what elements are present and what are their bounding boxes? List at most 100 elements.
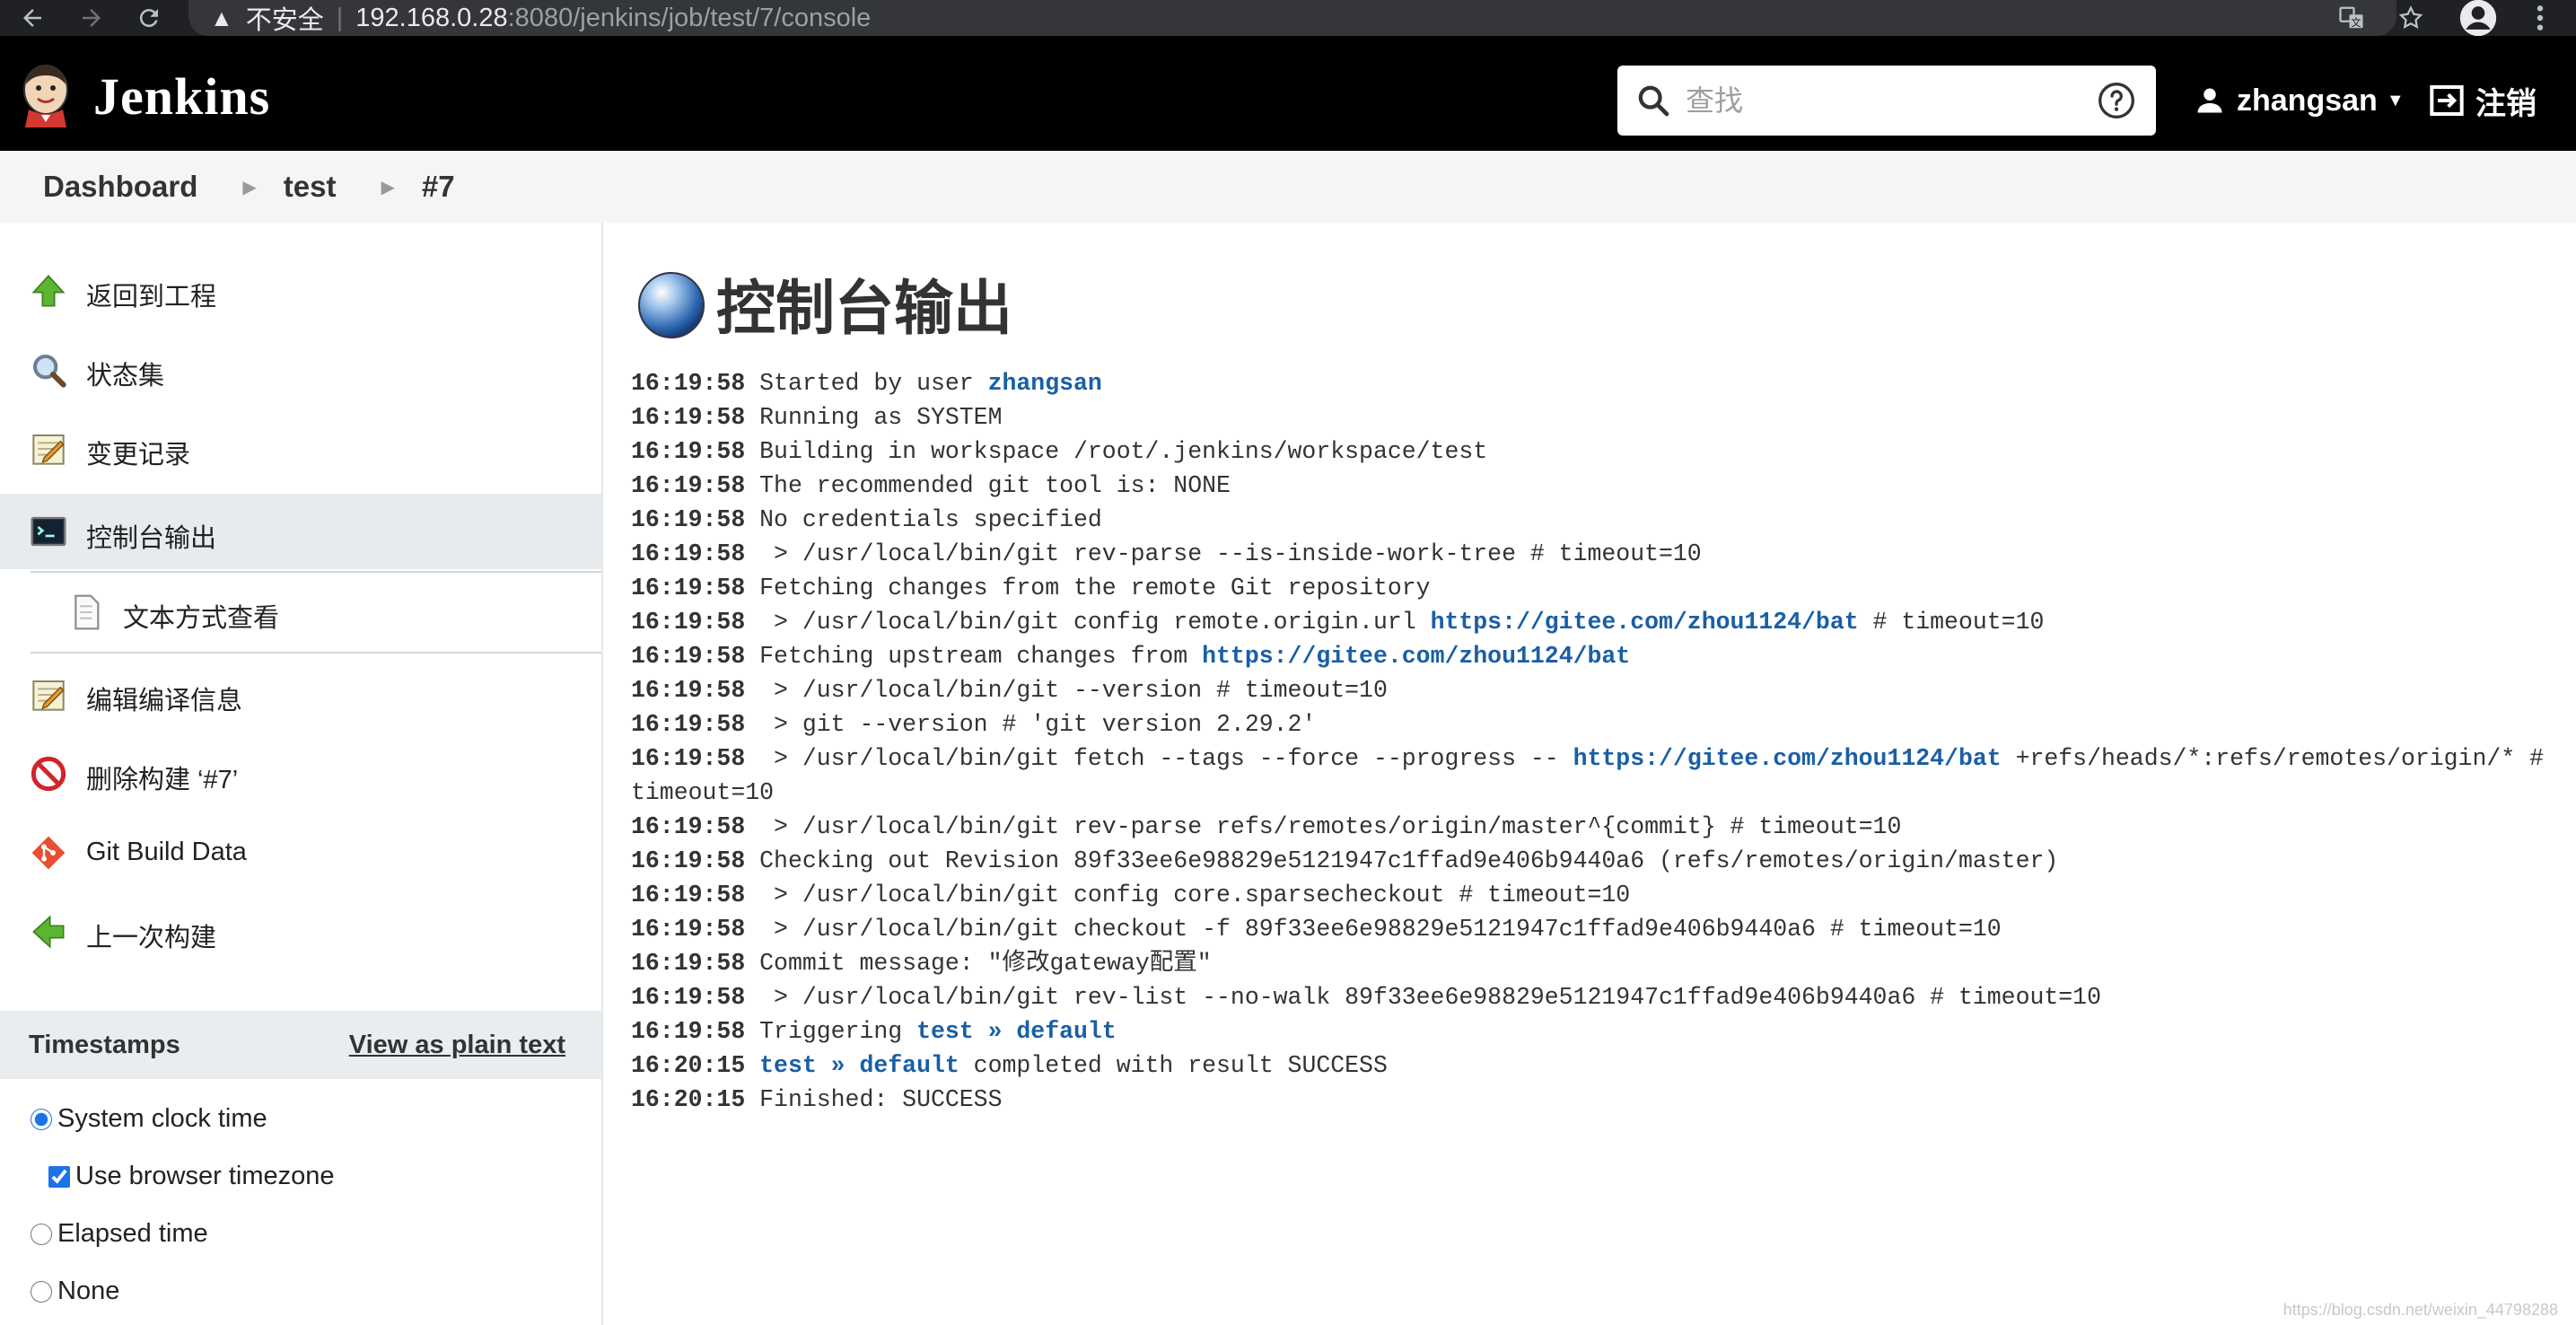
- console-timestamp: 16:19:58: [631, 1018, 746, 1045]
- console-link[interactable]: test » default: [916, 1018, 1117, 1045]
- timestamps-title: Timestamps: [29, 1031, 180, 1059]
- logout-label: 注销: [2475, 86, 2537, 121]
- system-clock-radio[interactable]: [31, 1108, 52, 1130]
- sidebar-item-label: 删除构建 ‘#7’: [86, 766, 239, 794]
- timestamps-header: Timestamps View as plain text: [0, 1011, 601, 1079]
- option-label: System clock time: [57, 1104, 267, 1133]
- divider: [31, 652, 601, 654]
- console-timestamp: 16:19:58: [631, 813, 746, 840]
- console-link[interactable]: test » default: [759, 1052, 959, 1079]
- elapsed-time-radio[interactable]: [31, 1223, 52, 1245]
- console-line: 16:19:58 The recommended git tool is: NO…: [631, 469, 2570, 503]
- up-arrow-icon: [31, 275, 66, 307]
- help-icon[interactable]: [2097, 81, 2136, 120]
- console-text: > /usr/local/bin/git config core.sparsec…: [745, 882, 1631, 908]
- console-timestamp: 16:20:15: [631, 1086, 746, 1113]
- breadcrumb-build[interactable]: #7: [422, 170, 455, 204]
- breadcrumb-dashboard[interactable]: Dashboard: [43, 170, 197, 204]
- profile-avatar-icon[interactable]: [2456, 0, 2501, 37]
- sidebar-item-label: 状态集: [86, 362, 165, 390]
- console-output: 16:19:58 Started by user zhangsan 16:19:5…: [631, 366, 2570, 1117]
- console-link[interactable]: https://gitee.com/zhou1124/bat: [1573, 745, 2002, 772]
- sidebar-item-delete-build[interactable]: 删除构建 ‘#7’: [0, 741, 601, 806]
- user-menu[interactable]: zhangsan ▼: [2194, 81, 2405, 120]
- option-none[interactable]: None: [31, 1277, 119, 1306]
- console-text: Building in workspace /root/.jenkins/wor…: [745, 438, 1488, 465]
- option-label: Elapsed time: [57, 1219, 208, 1248]
- divider: [31, 571, 601, 573]
- console-line: 16:19:58 Commit message: "修改gateway配置": [631, 946, 2570, 980]
- console-line: 16:19:58 > git --version # 'git version …: [631, 707, 2570, 741]
- console-timestamp: 16:19:58: [631, 609, 746, 636]
- console-link[interactable]: https://gitee.com/zhou1124/bat: [1202, 643, 1630, 670]
- console-line: 16:19:58 No credentials specified: [631, 503, 2570, 537]
- console-timestamp: 16:19:58: [631, 370, 746, 397]
- sidebar-item-edit-build-info[interactable]: 编辑编译信息: [0, 662, 601, 727]
- console-line: 16:19:58 > /usr/local/bin/git config rem…: [631, 605, 2570, 639]
- jenkins-logo-icon[interactable]: [20, 63, 72, 127]
- console-timestamp: 16:19:58: [631, 711, 746, 738]
- sidebar-item-previous-build[interactable]: 上一次构建: [0, 899, 601, 964]
- option-elapsed-time[interactable]: Elapsed time: [31, 1219, 208, 1249]
- warning-icon: ▲: [210, 4, 233, 31]
- blue-ball-status-icon: [638, 272, 705, 338]
- sidebar-item-view-as-text[interactable]: 文本方式查看: [0, 580, 601, 645]
- console-text: > /usr/local/bin/git rev-parse refs/remo…: [745, 813, 1902, 840]
- notepad-icon: [32, 434, 65, 465]
- search-input[interactable]: [1684, 83, 2082, 118]
- logout-icon: [2430, 85, 2464, 116]
- breadcrumb: Dashboard ▶ test ▶ #7: [0, 151, 2576, 223]
- option-use-browser-timezone[interactable]: Use browser timezone: [48, 1162, 335, 1191]
- address-bar[interactable]: ▲ 不安全 | 192.168.0.28:8080/jenkins/job/te…: [188, 0, 2396, 36]
- console-text: Started by user: [745, 370, 988, 397]
- none-radio[interactable]: [31, 1280, 52, 1303]
- sidebar-item-label: 文本方式查看: [123, 604, 280, 633]
- console-line: 16:19:58 > /usr/local/bin/git config cor…: [631, 878, 2570, 912]
- browser-menu-icon[interactable]: [2522, 0, 2558, 36]
- page-title: 控制台输出: [716, 275, 1012, 341]
- console-line: 16:19:58 Running as SYSTEM: [631, 400, 2570, 434]
- logout-button[interactable]: 注销: [2427, 81, 2537, 121]
- sidebar-item-changes[interactable]: 变更记录: [0, 417, 601, 481]
- view-as-plain-text-link[interactable]: View as plain text: [349, 1031, 565, 1060]
- left-arrow-icon: [32, 915, 65, 949]
- console-timestamp: 16:19:58: [631, 916, 746, 943]
- console-text: # timeout=10: [1858, 609, 2045, 636]
- jenkins-header: Jenkins zhangsan ▼ 注销: [0, 36, 2576, 151]
- console-text: > /usr/local/bin/git fetch --tags --forc…: [745, 745, 1573, 772]
- jenkins-brand[interactable]: Jenkins: [93, 66, 270, 127]
- console-timestamp: 16:19:58: [631, 677, 746, 704]
- console-line: 16:19:58 Checking out Revision 89f33ee6e…: [631, 844, 2570, 878]
- console-text: Finished: SUCCESS: [745, 1086, 1003, 1113]
- console-line: 16:20:15 Finished: SUCCESS: [631, 1083, 2570, 1117]
- forward-icon[interactable]: [68, 0, 115, 36]
- console-timestamp: 16:19:58: [631, 404, 746, 431]
- console-link[interactable]: https://gitee.com/zhou1124/bat: [1431, 609, 1859, 636]
- sidebar-item-git-build-data[interactable]: Git Build Data: [0, 820, 601, 885]
- bookmark-star-icon[interactable]: [2391, 0, 2431, 36]
- git-icon: [31, 836, 66, 870]
- sidebar-item-console-output[interactable]: 控制台输出: [0, 494, 601, 569]
- url-path: :8080/jenkins/job/test/7/console: [507, 3, 872, 32]
- console-link[interactable]: zhangsan: [988, 370, 1102, 397]
- sidebar-item-back-to-project[interactable]: 返回到工程: [0, 259, 601, 323]
- browser-timezone-checkbox[interactable]: [48, 1165, 70, 1188]
- document-icon: [74, 594, 100, 630]
- security-label: 不安全: [245, 6, 324, 35]
- username: zhangsan: [2237, 83, 2378, 118]
- console-line: 16:19:58 > /usr/local/bin/git checkout -…: [631, 912, 2570, 946]
- watermark: https://blog.csdn.net/weixin_44798288: [2282, 1301, 2558, 1319]
- sidebar-item-status[interactable]: 状态集: [0, 338, 601, 402]
- translate-icon[interactable]: 文: [2334, 0, 2370, 36]
- console-text: > /usr/local/bin/git --version # timeout…: [745, 677, 1388, 704]
- search-icon[interactable]: [1635, 83, 1671, 118]
- reload-icon[interactable]: [126, 0, 172, 36]
- console-text: > /usr/local/bin/git config remote.origi…: [745, 609, 1431, 636]
- breadcrumb-arrow-icon: ▶: [242, 177, 257, 197]
- notepad-icon: [32, 680, 65, 711]
- breadcrumb-job[interactable]: test: [284, 170, 337, 204]
- browser-toolbar: ▲ 不安全 | 192.168.0.28:8080/jenkins/job/te…: [0, 0, 2576, 37]
- back-icon[interactable]: [9, 0, 56, 36]
- option-system-clock-time[interactable]: System clock time: [31, 1104, 267, 1134]
